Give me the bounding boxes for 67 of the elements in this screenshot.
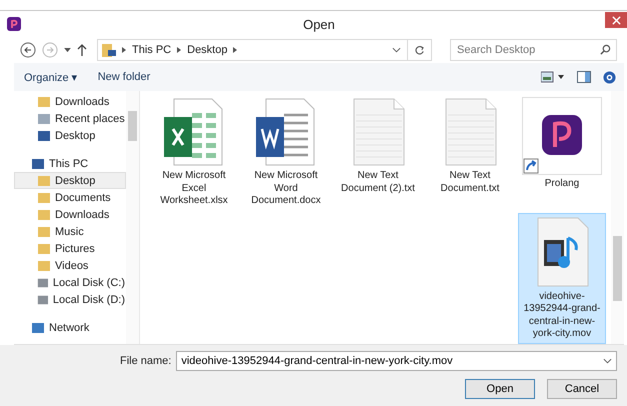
sidebar-item[interactable]: Downloads bbox=[14, 93, 126, 110]
sidebar-item[interactable]: Network bbox=[14, 319, 126, 336]
view-options-icon[interactable] bbox=[541, 71, 565, 83]
chevron-down-icon[interactable] bbox=[392, 47, 401, 53]
organize-menu[interactable]: Organize ▾ bbox=[20, 68, 82, 86]
file-name-field[interactable]: videohive-13952944-grand-central-in-new-york-city.mov bbox=[176, 351, 617, 371]
sidebar-item[interactable]: Local Disk (C:) bbox=[14, 274, 126, 291]
sidebar-item[interactable]: Music bbox=[14, 223, 126, 240]
sidebar-item[interactable]: Recent places bbox=[14, 110, 126, 127]
search-field[interactable]: Search Desktop bbox=[450, 39, 617, 61]
close-icon bbox=[612, 16, 620, 24]
app-logo-icon bbox=[7, 17, 21, 31]
sidebar-item-icon bbox=[37, 208, 51, 222]
chevron-down-icon[interactable] bbox=[603, 358, 612, 364]
sidebar-item-icon bbox=[37, 242, 51, 256]
sidebar-item[interactable]: Desktop bbox=[14, 172, 126, 189]
sidebar-item-icon bbox=[37, 224, 51, 238]
file-name: Prolang bbox=[544, 178, 580, 190]
file-item[interactable]: New Microsoft Word Document.docx bbox=[242, 94, 330, 210]
file-item[interactable]: Prolang bbox=[518, 94, 606, 210]
file-name: videohive-13952944-grand-central-in-new-york-city.mov bbox=[522, 290, 602, 340]
address-bar[interactable]: This PC Desktop bbox=[97, 39, 432, 61]
sidebar-item-icon bbox=[31, 320, 45, 334]
sidebar-item-icon bbox=[37, 190, 51, 204]
new-folder-button[interactable]: New folder bbox=[94, 69, 154, 85]
sidebar-item-icon bbox=[37, 128, 51, 142]
sidebar-item-icon bbox=[37, 94, 51, 108]
file-item[interactable]: New Microsoft Excel Worksheet.xlsx bbox=[150, 94, 238, 210]
sidebar-item-icon bbox=[31, 156, 45, 170]
sidebar-item[interactable]: Local Disk (D:) bbox=[14, 291, 126, 308]
sidebar-item[interactable]: This PC bbox=[14, 155, 126, 172]
sidebar-item-icon bbox=[37, 258, 51, 272]
chevron-icon bbox=[233, 47, 238, 53]
scrollbar[interactable] bbox=[126, 91, 139, 344]
file-item[interactable]: New Text Document (2).txt bbox=[334, 94, 422, 210]
chevron-icon bbox=[177, 47, 182, 53]
breadcrumb[interactable]: Desktop bbox=[187, 44, 228, 56]
preview-pane-icon[interactable] bbox=[577, 71, 591, 83]
search-icon bbox=[600, 44, 611, 55]
file-item[interactable]: New Text Document.txt bbox=[426, 94, 514, 210]
chevron-icon bbox=[122, 47, 126, 53]
sidebar-item[interactable]: Videos bbox=[14, 257, 126, 274]
sidebar-item[interactable]: Pictures bbox=[14, 240, 126, 257]
file-name-label: File name: bbox=[120, 355, 172, 367]
sidebar-item[interactable]: Desktop bbox=[14, 127, 126, 144]
sidebar-item-icon bbox=[37, 112, 51, 126]
sidebar-item-icon bbox=[37, 174, 51, 188]
file-name: New Microsoft Excel Worksheet.xlsx bbox=[159, 170, 229, 208]
file-name: New Text Document.txt bbox=[440, 170, 500, 195]
file-name: New Microsoft Word Document.docx bbox=[250, 170, 322, 208]
window-title: Open bbox=[302, 16, 335, 32]
up-arrow-icon[interactable] bbox=[77, 44, 87, 56]
sidebar-item[interactable]: Downloads bbox=[14, 206, 126, 223]
refresh-icon[interactable] bbox=[414, 44, 425, 56]
folder-icon bbox=[102, 43, 116, 57]
app-shortcut-icon bbox=[522, 97, 602, 175]
file-name: New Text Document (2).txt bbox=[340, 170, 416, 195]
cancel-button[interactable]: Cancel bbox=[547, 379, 617, 399]
dropdown-caret-icon[interactable] bbox=[64, 48, 71, 52]
file-item[interactable]: videohive-13952944-grand-central-in-new-york-city.mov bbox=[518, 212, 606, 344]
scrollbar[interactable] bbox=[611, 91, 624, 344]
help-icon[interactable] bbox=[603, 70, 616, 84]
sidebar-item[interactable]: Documents bbox=[14, 189, 126, 206]
open-button[interactable]: Open bbox=[465, 379, 535, 399]
breadcrumb[interactable]: This PC bbox=[132, 44, 172, 56]
back-icon[interactable] bbox=[20, 42, 36, 58]
close-button[interactable] bbox=[605, 12, 627, 28]
